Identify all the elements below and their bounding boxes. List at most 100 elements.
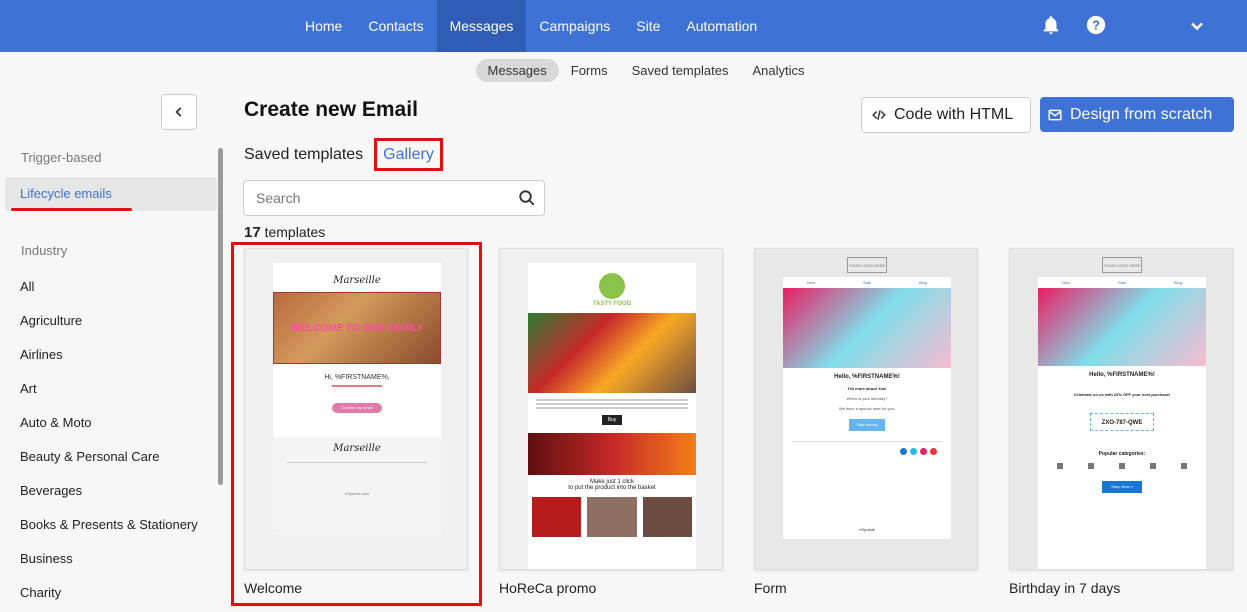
sidebar: Trigger-based Lifecycle emails Industry …	[0, 135, 226, 612]
thumbnail-email: New Sale Blog Hello, %FIRSTNAME%! Tell m…	[783, 277, 951, 539]
template-count: 17 templates	[244, 224, 325, 241]
template-thumbnail: YOUR LOGO HERE New Sale Blog Hello, %FIR…	[1009, 248, 1233, 570]
sidebar-item-lifecycle-emails[interactable]: Lifecycle emails	[5, 177, 217, 211]
thumb-nav-sale: Sale	[1117, 280, 1126, 285]
thumb-footer-logo: eSputnik	[849, 525, 885, 535]
thumb-footer-brand: Marseille	[333, 443, 381, 454]
template-name: HoReCa promo	[499, 580, 597, 596]
template-card-horeca-promo[interactable]: TASTY FOOD Buy Make just 1 click to put …	[499, 248, 723, 596]
design-from-scratch-label: Design from scratch	[1070, 105, 1213, 123]
code-with-html-label: Code with HTML	[894, 106, 1014, 123]
nav-site[interactable]: Site	[623, 0, 673, 52]
template-count-number: 17	[244, 224, 261, 241]
thumb-banner: WELCOME TO OUR FAMILY	[273, 292, 441, 364]
thumb-celebrate: Celebrate on us with 20% OFF your next p…	[1073, 392, 1171, 397]
template-thumbnail: YOUR LOGO HERE New Sale Blog Hello, %FIR…	[754, 248, 978, 570]
thumb-banner-text: WELCOME TO OUR FAMILY	[290, 322, 424, 334]
nav-automation[interactable]: Automation	[673, 0, 770, 52]
thumb-nav: New Sale Blog	[783, 277, 951, 288]
thumb-hello: Hello, %FIRSTNAME%!	[834, 374, 900, 380]
template-name: Form	[754, 580, 787, 596]
nav-home[interactable]: Home	[292, 0, 355, 52]
nav-messages[interactable]: Messages	[436, 0, 527, 52]
subnav-analytics[interactable]: Analytics	[740, 59, 816, 82]
tab-gallery-label: Gallery	[383, 145, 434, 163]
sidebar-item-beauty[interactable]: Beauty & Personal Care	[20, 449, 159, 464]
subnav-messages[interactable]: Messages	[475, 58, 559, 82]
thumb-category-icons	[1044, 463, 1200, 469]
template-name: Birthday in 7 days	[1009, 580, 1121, 596]
svg-text:?: ?	[1092, 18, 1100, 33]
sidebar-item-business[interactable]: Business	[20, 551, 73, 566]
thumb-footer-logo: eSputnik.com	[344, 491, 370, 496]
thumb-promo-line2: to put the product into the basket	[568, 485, 656, 491]
thumb-footer-divider	[287, 462, 427, 463]
template-card-birthday[interactable]: YOUR LOGO HERE New Sale Blog Hello, %FIR…	[1009, 248, 1233, 596]
thumb-popular: Popular categories:	[1098, 451, 1146, 457]
sidebar-item-books[interactable]: Books & Presents & Stationery	[20, 517, 198, 532]
collapse-sidebar-button[interactable]	[161, 94, 197, 130]
nav-campaigns[interactable]: Campaigns	[526, 0, 623, 52]
thumb-button: Buy	[602, 415, 622, 425]
chevron-down-icon[interactable]	[1187, 16, 1211, 40]
thumb-nav-new: New	[1061, 280, 1070, 285]
subnav-saved-templates[interactable]: Saved templates	[620, 59, 741, 82]
thumb-button: Confirm my email	[332, 403, 382, 413]
chevron-left-icon	[175, 107, 182, 117]
sidebar-item-all[interactable]: All	[20, 279, 34, 294]
sidebar-scrollbar[interactable]	[218, 148, 223, 485]
sub-navigation: Messages Forms Saved templates Analytics	[0, 52, 1247, 88]
template-name: Welcome	[244, 580, 303, 596]
thumb-social-icons	[797, 448, 937, 455]
thumb-logo: YOUR LOGO HERE	[1102, 257, 1142, 273]
thumb-nav: New Sale Blog	[1038, 277, 1206, 288]
sidebar-item-agriculture[interactable]: Agriculture	[20, 313, 82, 328]
thumb-product-row	[532, 497, 692, 537]
code-with-html-button[interactable]: Code with HTML	[861, 97, 1031, 133]
thumb-code: ZXO-787-QWE	[1090, 413, 1154, 431]
template-thumbnail: TASTY FOOD Buy Make just 1 click to put …	[499, 248, 723, 570]
page-title: Create new Email	[244, 98, 418, 121]
thumb-logo: YOUR LOGO HERE	[847, 257, 887, 273]
thumb-tell: Tell more about You!	[847, 386, 887, 391]
thumb-footer-divider	[792, 441, 942, 442]
thumb-nav-new: New	[806, 280, 815, 285]
thumb-hero-image	[783, 288, 951, 368]
sidebar-group-trigger: Trigger-based	[21, 150, 102, 165]
tab-saved-templates[interactable]: Saved templates	[244, 146, 363, 164]
highlight-underline	[11, 208, 132, 211]
sidebar-item-label: Lifecycle emails	[20, 186, 112, 201]
thumb-hero-image	[1038, 288, 1206, 366]
sidebar-item-art[interactable]: Art	[20, 381, 37, 396]
thumb-nav-blog: Blog	[918, 280, 927, 285]
template-card-welcome[interactable]: Marseille WELCOME TO OUR FAMILY Hi, %FIR…	[244, 248, 468, 596]
thumb-greeting-divider	[332, 385, 382, 387]
template-card-form[interactable]: YOUR LOGO HERE New Sale Blog Hello, %FIR…	[754, 248, 978, 596]
design-from-scratch-button[interactable]: Design from scratch	[1040, 97, 1234, 132]
tab-gallery[interactable]: Gallery	[374, 138, 443, 171]
thumb-nav-blog: Blog	[1173, 280, 1182, 285]
sidebar-item-charity[interactable]: Charity	[20, 585, 61, 600]
sidebar-group-industry: Industry	[21, 243, 68, 258]
bell-icon[interactable]	[1040, 14, 1064, 38]
sidebar-item-airlines[interactable]: Airlines	[20, 347, 63, 362]
template-thumbnail: Marseille WELCOME TO OUR FAMILY Hi, %FIR…	[244, 248, 468, 570]
sidebar-item-auto-moto[interactable]: Auto & Moto	[20, 415, 92, 430]
search-input[interactable]	[244, 181, 504, 215]
thumbnail-email-top: Marseille WELCOME TO OUR FAMILY Hi, %FIR…	[273, 263, 441, 437]
thumb-logo-circle	[599, 273, 625, 299]
sidebar-item-beverages[interactable]: Beverages	[20, 483, 82, 498]
thumb-offer: We have a special treat for you.	[838, 406, 896, 411]
top-navigation: Home Contacts Messages Campaigns Site Au…	[0, 0, 1247, 52]
thumbnail-email: TASTY FOOD Buy Make just 1 click to put …	[528, 263, 696, 569]
help-icon[interactable]: ?	[1085, 14, 1109, 38]
thumb-hero-image	[528, 313, 696, 393]
subnav-forms[interactable]: Forms	[559, 59, 620, 82]
nav-contacts[interactable]: Contacts	[355, 0, 436, 52]
mail-icon	[1048, 109, 1062, 120]
thumb-text-lines	[536, 399, 688, 409]
thumb-second-image	[528, 433, 696, 475]
search-icon[interactable]	[518, 189, 536, 212]
thumb-button: Take survey	[849, 419, 885, 431]
main-menu: Home Contacts Messages Campaigns Site Au…	[292, 0, 770, 52]
